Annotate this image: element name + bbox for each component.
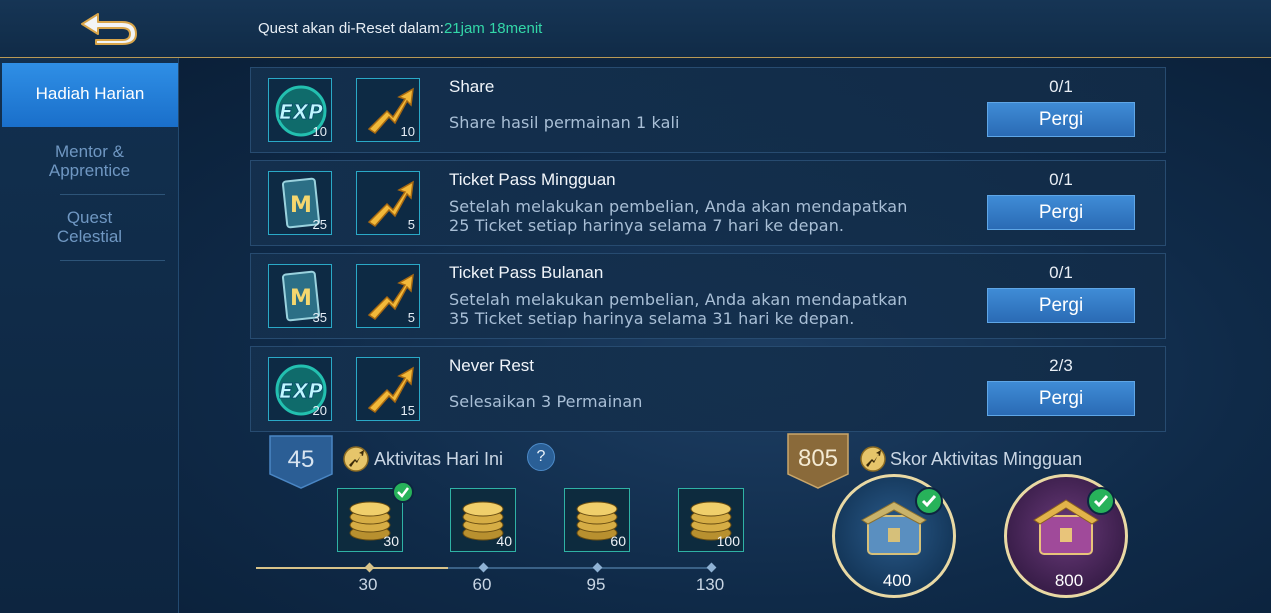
reward-amount: 20 <box>312 403 327 418</box>
quest-progress: 0/1 <box>1049 77 1073 96</box>
chest-threshold: 400 <box>882 571 912 590</box>
reward-amount: 15 <box>400 403 415 418</box>
reward-amount: 10 <box>312 124 327 139</box>
reward-amount: 25 <box>312 217 327 232</box>
reward-amount: 5 <box>407 310 415 325</box>
chest-threshold: 800 <box>1054 571 1084 590</box>
quest-description-line-1: Setelah melakukan pembelian, Anda akan m… <box>449 197 908 216</box>
sidebar-item-label: Quest Celestial <box>56 208 123 246</box>
daily-reward-60[interactable]: 60 <box>564 488 630 552</box>
sidebar-item-mentor-apprentice[interactable]: Mentor & Apprentice <box>0 142 179 180</box>
sidebar-item-hadiah-harian[interactable]: Hadiah Harian <box>2 63 178 127</box>
svg-text:M: M <box>290 286 312 311</box>
help-icon: ? <box>536 448 546 465</box>
milestone-label: 60 <box>472 575 492 594</box>
go-button[interactable]: Pergi <box>987 195 1135 230</box>
reward-amount: 10 <box>400 124 415 139</box>
reset-timer: 21jam 18menit <box>443 20 543 37</box>
quest-progress: 0/1 <box>1049 263 1073 282</box>
daily-progress-fill <box>256 567 448 569</box>
quest-title: Ticket Pass Mingguan <box>449 170 616 189</box>
claimed-check-icon <box>915 487 943 515</box>
quest-row-ticket-pass-mingguan: M 25 5 Ticket Pass Mingguan Setelah mela… <box>250 160 1166 246</box>
quest-description-line-2: 35 Ticket setiap harinya selama 31 hari … <box>449 309 855 328</box>
daily-points: 45 <box>287 446 315 473</box>
sidebar: Hadiah Harian Mentor & Apprentice Quest … <box>0 58 179 613</box>
daily-reward-40[interactable]: 40 <box>450 488 516 552</box>
daily-activity-label: Aktivitas Hari Ini <box>374 449 504 469</box>
sidebar-item-label: Hadiah Harian <box>35 84 145 103</box>
quest-row-ticket-pass-bulanan: M 35 5 Ticket Pass Bulanan Setelah melak… <box>250 253 1166 339</box>
reward-exp: EXP 20 <box>268 357 332 421</box>
milestone-marker <box>478 562 489 573</box>
quest-description: Selesaikan 3 Permainan <box>449 392 643 411</box>
quest-title: Never Rest <box>449 356 535 375</box>
quest-row-never-rest: EXP 20 15 Never Rest Selesaikan 3 Permai… <box>250 346 1166 432</box>
svg-text:M: M <box>290 193 312 218</box>
quest-progress: 2/3 <box>1049 356 1073 375</box>
milestone-marker <box>706 562 717 573</box>
sidebar-item-quest-celestial[interactable]: Quest Celestial <box>0 208 179 246</box>
milestone-marker <box>364 562 375 573</box>
quest-title: Share <box>449 77 495 96</box>
reset-label: Quest akan di-Reset dalam: <box>258 20 444 37</box>
quest-description-line-1: Setelah melakukan pembelian, Anda akan m… <box>449 290 908 309</box>
reward-ticket: M 35 <box>268 264 332 328</box>
quest-title: Ticket Pass Bulanan <box>449 263 604 282</box>
milestone-label: 130 <box>695 575 725 594</box>
svg-text:EXP: EXP <box>279 100 323 124</box>
reward-activity: 10 <box>356 78 420 142</box>
daily-reward-100[interactable]: 100 <box>678 488 744 552</box>
milestone-label: 30 <box>358 575 378 594</box>
quest-description-line-2: 25 Ticket setiap harinya selama 7 hari k… <box>449 216 845 235</box>
reward-amount: 35 <box>312 310 327 325</box>
weekly-activity-label: Skor Aktivitas Mingguan <box>890 449 1083 469</box>
quest-description: Share hasil permainan 1 kali <box>449 113 680 132</box>
reward-amount: 30 <box>383 533 399 549</box>
svg-text:EXP: EXP <box>279 379 323 403</box>
back-arrow-icon <box>81 13 137 45</box>
claimed-check-icon <box>392 481 414 503</box>
milestone-label: 95 <box>586 575 606 594</box>
daily-points-badge: 45 <box>268 434 334 490</box>
go-button[interactable]: Pergi <box>987 288 1135 323</box>
reward-activity: 5 <box>356 264 420 328</box>
sidebar-item-label: Mentor & Apprentice <box>48 142 131 180</box>
back-button[interactable] <box>76 8 142 48</box>
quest-row-share: EXP 10 10 Share Share hasil permainan 1 … <box>250 67 1166 153</box>
reward-amount: 40 <box>496 533 512 549</box>
sidebar-divider <box>60 260 165 261</box>
go-button[interactable]: Pergi <box>987 381 1135 416</box>
reward-amount: 5 <box>407 217 415 232</box>
quest-progress: 0/1 <box>1049 170 1073 189</box>
activity-coin-icon <box>343 446 369 472</box>
reward-activity: 5 <box>356 171 420 235</box>
reward-ticket: M 25 <box>268 171 332 235</box>
go-button[interactable]: Pergi <box>987 102 1135 137</box>
sidebar-divider <box>60 194 165 195</box>
reset-countdown: Quest akan di-Reset dalam:21jam 18menit <box>258 20 542 37</box>
activity-coin-icon <box>860 446 886 472</box>
reward-activity: 15 <box>356 357 420 421</box>
reward-exp: EXP 10 <box>268 78 332 142</box>
top-bar: Quest akan di-Reset dalam:21jam 18menit <box>0 0 1271 58</box>
help-button[interactable]: ? <box>527 443 555 471</box>
reward-amount: 100 <box>716 533 740 549</box>
weekly-points: 805 <box>797 445 839 472</box>
reward-amount: 60 <box>610 533 626 549</box>
claimed-check-icon <box>1087 487 1115 515</box>
milestone-marker <box>592 562 603 573</box>
